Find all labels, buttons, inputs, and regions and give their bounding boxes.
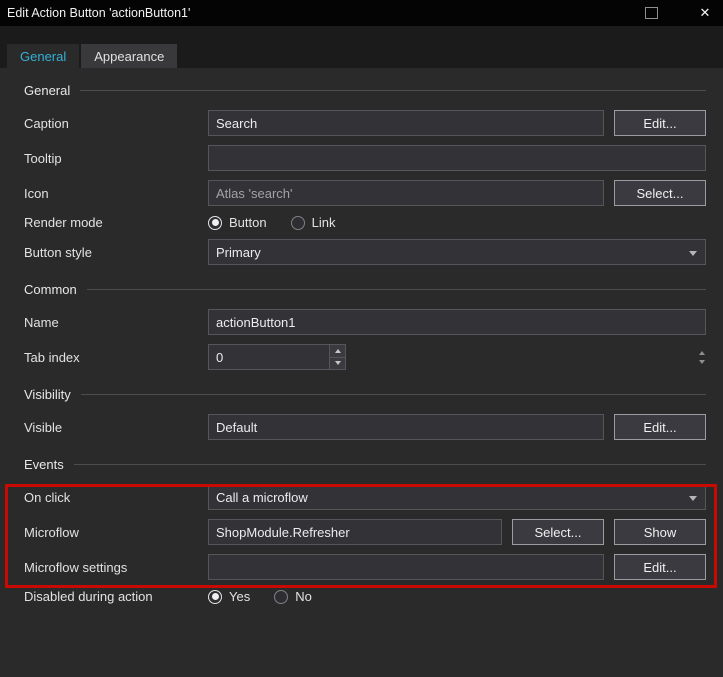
caption-label: Caption bbox=[24, 115, 69, 131]
disabled-yes-radio[interactable]: Yes bbox=[208, 589, 250, 604]
tab-index-spinner bbox=[329, 344, 346, 370]
on-click-row: On click Call a microflow bbox=[24, 484, 706, 510]
section-visibility-header: Visibility bbox=[24, 386, 706, 402]
caption-input[interactable] bbox=[208, 110, 604, 136]
caption-row: Caption Edit... bbox=[24, 110, 706, 136]
disabled-yes-label: Yes bbox=[229, 589, 251, 604]
section-common-header: Common bbox=[24, 281, 706, 297]
spin-down-button[interactable] bbox=[330, 356, 345, 369]
tooltip-row: Tooltip bbox=[24, 145, 706, 171]
name-label: Name bbox=[24, 314, 59, 330]
radio-unchecked-icon bbox=[290, 215, 305, 230]
section-common-title: Common bbox=[24, 281, 77, 297]
radio-dot-icon bbox=[211, 593, 219, 600]
render-mode-link-radio[interactable]: Link bbox=[290, 215, 336, 230]
icon-select-button[interactable]: Select... bbox=[614, 180, 706, 206]
icon-input[interactable] bbox=[208, 180, 604, 206]
section-common: Common Name Tab index bbox=[24, 281, 706, 370]
render-mode-link-label: Link bbox=[311, 215, 336, 230]
microflow-select-button[interactable]: Select... bbox=[512, 519, 604, 545]
icon-label: Icon bbox=[24, 185, 49, 201]
section-divider bbox=[86, 288, 706, 290]
tab-appearance[interactable]: Appearance bbox=[81, 44, 178, 68]
disabled-during-action-label: Disabled during action bbox=[24, 589, 153, 604]
section-events-header: Events bbox=[24, 456, 706, 472]
on-click-label: On click bbox=[24, 489, 71, 505]
render-mode-row: Render mode Button Link bbox=[24, 215, 706, 230]
button-style-select[interactable]: Primary bbox=[208, 239, 706, 265]
name-row: Name bbox=[24, 309, 706, 335]
icon-row: Icon Select... bbox=[24, 180, 706, 206]
arrow-down-icon bbox=[334, 361, 341, 366]
disabled-no-label: No bbox=[295, 589, 312, 604]
on-click-value: Call a microflow bbox=[216, 489, 308, 505]
microflow-row: Microflow Select... Show bbox=[24, 519, 706, 545]
render-mode-group: Button Link bbox=[208, 215, 359, 230]
section-events: Events On click Call a microflow Microfl… bbox=[24, 456, 706, 545]
close-icon[interactable]: ✕ bbox=[696, 5, 714, 21]
render-mode-button-label: Button bbox=[229, 215, 267, 230]
visible-label: Visible bbox=[24, 419, 63, 435]
tab-index-input[interactable] bbox=[208, 344, 329, 370]
tab-index-outer-spinner[interactable] bbox=[699, 350, 705, 364]
microflow-settings-label: Microflow settings bbox=[24, 559, 128, 575]
radio-dot-icon bbox=[211, 219, 219, 226]
arrow-up-icon bbox=[334, 348, 341, 353]
microflow-input[interactable] bbox=[208, 519, 502, 545]
section-divider bbox=[80, 89, 706, 91]
window-title: Edit Action Button 'actionButton1' bbox=[7, 6, 191, 20]
tab-general[interactable]: General bbox=[7, 44, 80, 68]
spin-up-button[interactable] bbox=[330, 345, 345, 357]
tab-index-stepper bbox=[208, 344, 346, 370]
section-general-header: General bbox=[24, 82, 706, 98]
disabled-during-action-group: Yes No bbox=[208, 589, 336, 604]
chevron-down-icon bbox=[689, 251, 697, 256]
dialog-content: General Caption Edit... Tooltip Icon Sel… bbox=[0, 68, 723, 604]
microflow-settings-input[interactable] bbox=[208, 554, 604, 580]
microflow-settings-row: Microflow settings Edit... bbox=[24, 554, 706, 580]
radio-unchecked-icon bbox=[274, 589, 289, 604]
section-visibility: Visibility Visible Edit... bbox=[24, 386, 706, 440]
on-click-select[interactable]: Call a microflow bbox=[208, 484, 706, 510]
button-style-value: Primary bbox=[216, 244, 261, 260]
microflow-settings-edit-button[interactable]: Edit... bbox=[614, 554, 706, 580]
section-general-title: General bbox=[24, 82, 71, 98]
section-events-title: Events bbox=[24, 456, 64, 472]
section-general: General Caption Edit... Tooltip Icon Sel… bbox=[24, 82, 706, 265]
tab-index-label: Tab index bbox=[24, 349, 80, 365]
visible-edit-button[interactable]: Edit... bbox=[614, 414, 706, 440]
disabled-no-radio[interactable]: No bbox=[274, 589, 312, 604]
render-mode-label: Render mode bbox=[24, 215, 103, 230]
radio-checked-icon bbox=[208, 589, 222, 604]
button-style-label: Button style bbox=[24, 244, 92, 260]
button-style-row: Button style Primary bbox=[24, 239, 706, 265]
visible-input[interactable] bbox=[208, 414, 604, 440]
tab-index-row: Tab index bbox=[24, 344, 706, 370]
name-input[interactable] bbox=[208, 309, 706, 335]
titlebar: Edit Action Button 'actionButton1' ✕ bbox=[0, 0, 723, 26]
visible-row: Visible Edit... bbox=[24, 414, 706, 440]
microflow-label: Microflow bbox=[24, 524, 79, 540]
render-mode-button-radio[interactable]: Button bbox=[208, 215, 267, 230]
disabled-during-action-row: Disabled during action Yes No bbox=[24, 589, 706, 604]
tooltip-input[interactable] bbox=[208, 145, 706, 171]
microflow-show-button[interactable]: Show bbox=[614, 519, 706, 545]
chevron-down-icon bbox=[689, 496, 697, 501]
section-visibility-title: Visibility bbox=[24, 386, 71, 402]
section-divider bbox=[80, 393, 706, 395]
arrow-down-icon bbox=[699, 359, 705, 364]
tab-strip: General Appearance bbox=[0, 26, 723, 68]
edit-action-button-dialog: Edit Action Button 'actionButton1' ✕ Gen… bbox=[0, 0, 723, 677]
radio-checked-icon bbox=[208, 215, 222, 230]
maximize-icon[interactable] bbox=[645, 7, 658, 19]
tooltip-label: Tooltip bbox=[24, 150, 62, 166]
caption-edit-button[interactable]: Edit... bbox=[614, 110, 706, 136]
section-divider bbox=[73, 463, 706, 465]
arrow-up-icon bbox=[699, 350, 705, 355]
